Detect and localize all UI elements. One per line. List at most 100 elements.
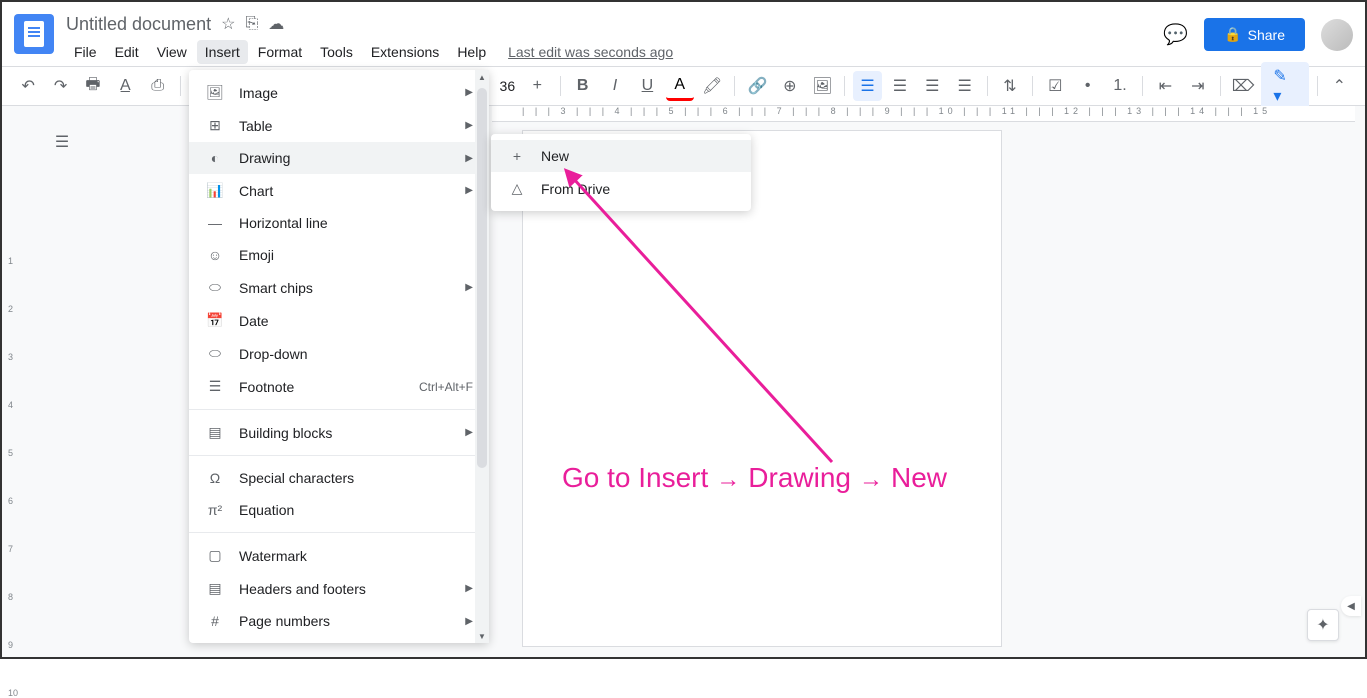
menu-file[interactable]: File [66, 40, 105, 64]
undo-button[interactable]: ↶ [14, 71, 42, 101]
chevron-right-icon: ▶ [465, 282, 473, 293]
menu-help[interactable]: Help [449, 40, 494, 64]
watermark-icon: ▢ [205, 547, 225, 564]
doc-info: Untitled document ☆ ⎘ ☁ File Edit View I… [66, 10, 1163, 66]
insert-headers-footers[interactable]: ▤ Headers and footers ▶ [189, 572, 489, 605]
bullet-list-button[interactable]: • [1074, 71, 1102, 101]
plus-icon: + [507, 148, 527, 164]
insert-equation[interactable]: π² Equation [189, 494, 489, 526]
move-icon[interactable]: ⎘ [245, 15, 258, 33]
align-left-button[interactable]: ☰ [853, 71, 881, 101]
outline-button[interactable]: ☰ [42, 122, 82, 162]
share-label: Share [1248, 27, 1285, 43]
vertical-ruler: 1 2 3 4 5 6 7 8 9 10 [6, 226, 20, 647]
scroll-up-icon[interactable]: ▲ [475, 70, 489, 84]
menu-edit[interactable]: Edit [107, 40, 147, 64]
comments-icon[interactable]: 💬 [1163, 22, 1188, 47]
chevron-right-icon: ▶ [465, 87, 473, 98]
side-panel-toggle[interactable]: ◀ [1341, 596, 1361, 616]
menu-insert[interactable]: Insert [197, 40, 248, 64]
editing-mode-button[interactable]: ✎ ▾ [1261, 62, 1309, 110]
headers-icon: ▤ [205, 580, 225, 597]
align-center-button[interactable]: ☰ [886, 71, 914, 101]
insert-watermark[interactable]: ▢ Watermark [189, 539, 489, 572]
header-right: 💬 🔒 Share [1163, 10, 1353, 51]
insert-dropdown[interactable]: ⬭ Drop-down [189, 337, 489, 370]
insert-special-chars[interactable]: Ω Special characters [189, 462, 489, 494]
insert-image[interactable]: 🖼 Image ▶ [189, 76, 489, 109]
drawing-submenu: + New △ From Drive [491, 134, 751, 211]
cloud-icon[interactable]: ☁ [268, 14, 284, 34]
link-button[interactable]: 🔗 [743, 71, 771, 101]
insert-emoji[interactable]: ☺ Emoji [189, 239, 489, 271]
doc-title[interactable]: Untitled document [66, 14, 211, 35]
insert-chart[interactable]: 📊 Chart ▶ [189, 174, 489, 207]
lock-icon: 🔒 [1224, 26, 1241, 43]
font-size-increase[interactable]: + [523, 71, 551, 101]
line-spacing-button[interactable]: ⇅ [996, 71, 1024, 101]
insert-hline[interactable]: — Horizontal line [189, 207, 489, 239]
insert-drawing[interactable]: ◐ Drawing ▶ [189, 142, 489, 174]
insert-smart-chips[interactable]: ⬭ Smart chips ▶ [189, 271, 489, 304]
emoji-icon: ☺ [205, 247, 225, 263]
drawing-from-drive[interactable]: △ From Drive [491, 172, 751, 205]
font-size[interactable]: 36 [496, 78, 520, 94]
omega-icon: Ω [205, 470, 225, 486]
text-color-button[interactable]: A [666, 71, 694, 101]
chevron-right-icon: ▶ [465, 616, 473, 627]
italic-button[interactable]: I [601, 71, 629, 101]
menu-view[interactable]: View [149, 40, 195, 64]
date-icon: 📅 [205, 312, 225, 329]
number-list-button[interactable]: 1. [1106, 71, 1134, 101]
horizontal-ruler: | | | 3 | | | 4 | | | 5 | | | 6 | | | 7 … [492, 106, 1355, 122]
expand-button[interactable]: ⌃ [1326, 71, 1353, 101]
hline-icon: — [205, 215, 225, 231]
drawing-new[interactable]: + New [491, 140, 751, 172]
underline-button[interactable]: U [633, 71, 661, 101]
drive-icon: △ [507, 180, 527, 197]
explore-button[interactable]: ✦ [1307, 609, 1339, 641]
menu-bar: File Edit View Insert Format Tools Exten… [66, 38, 1163, 66]
clear-format-button[interactable]: ⌦ [1229, 71, 1257, 101]
highlight-button[interactable]: 🖍 [698, 71, 726, 101]
chart-icon: 📊 [205, 182, 225, 199]
chevron-right-icon: ▶ [465, 153, 473, 164]
insert-page-numbers[interactable]: # Page numbers ▶ [189, 605, 489, 637]
share-button[interactable]: 🔒 Share [1204, 18, 1305, 51]
insert-date[interactable]: 📅 Date [189, 304, 489, 337]
align-justify-button[interactable]: ☰ [950, 71, 978, 101]
menu-format[interactable]: Format [250, 40, 310, 64]
docs-logo[interactable] [14, 14, 54, 54]
print-button[interactable]: 🖶 [79, 71, 107, 101]
redo-button[interactable]: ↷ [46, 71, 74, 101]
menu-tools[interactable]: Tools [312, 40, 361, 64]
insert-building-blocks[interactable]: ▤ Building blocks ▶ [189, 416, 489, 449]
dropdown-icon: ⬭ [205, 345, 225, 362]
indent-decrease-button[interactable]: ⇤ [1151, 71, 1179, 101]
pi-icon: π² [205, 502, 225, 518]
pagenum-icon: # [205, 613, 225, 629]
blocks-icon: ▤ [205, 424, 225, 441]
menu-extensions[interactable]: Extensions [363, 40, 447, 64]
comment-button[interactable]: ⊕ [776, 71, 804, 101]
insert-table[interactable]: ⊞ Table ▶ [189, 109, 489, 142]
dropdown-scrollbar[interactable]: ▲ ▼ [475, 70, 489, 643]
checklist-button[interactable]: ☑ [1041, 71, 1069, 101]
chip-icon: ⬭ [205, 279, 225, 296]
bold-button[interactable]: B [568, 71, 596, 101]
scroll-down-icon[interactable]: ▼ [475, 629, 489, 643]
table-icon: ⊞ [205, 117, 225, 134]
last-edit[interactable]: Last edit was seconds ago [508, 44, 673, 60]
paint-format-button[interactable]: ⎙ [144, 71, 172, 101]
image-button[interactable]: 🖼 [808, 71, 836, 101]
spellcheck-button[interactable]: A̲ [111, 71, 139, 101]
footnote-icon: ☰ [205, 378, 225, 395]
star-icon[interactable]: ☆ [221, 14, 235, 34]
scrollbar-thumb[interactable] [477, 88, 487, 468]
insert-dropdown: 🖼 Image ▶ ⊞ Table ▶ ◐ Drawing ▶ 📊 Chart … [189, 70, 489, 643]
user-avatar[interactable] [1321, 19, 1353, 51]
align-right-button[interactable]: ☰ [918, 71, 946, 101]
drawing-icon: ◐ [205, 150, 225, 166]
insert-footnote[interactable]: ☰ Footnote Ctrl+Alt+F [189, 370, 489, 403]
indent-increase-button[interactable]: ⇥ [1184, 71, 1212, 101]
